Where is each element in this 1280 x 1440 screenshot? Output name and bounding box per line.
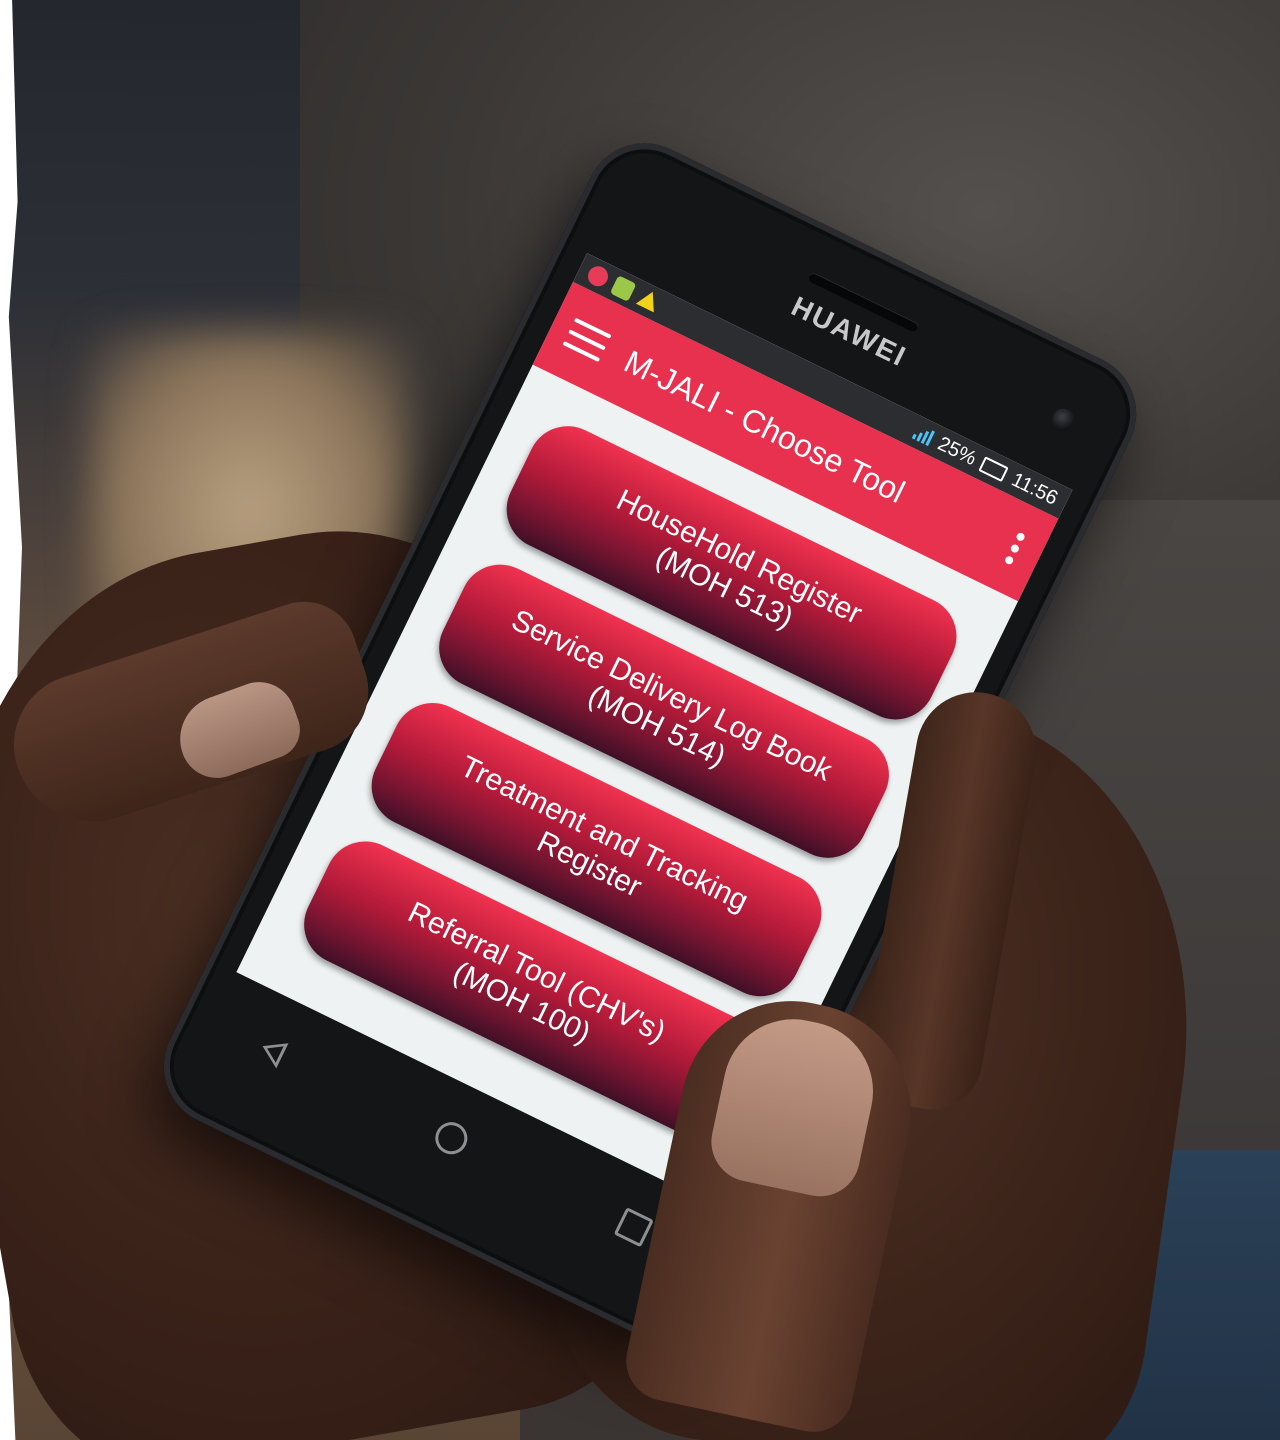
photo-scene: HUAWEI 25% 11:56 M-JALI - Choose Tool Ho… [0,0,1280,1440]
home-circle-icon[interactable] [429,1116,473,1160]
recents-square-icon[interactable] [613,1207,654,1248]
warning-icon [635,287,662,313]
android-notification-icon [609,275,637,302]
back-triangle-icon[interactable] [256,1033,289,1069]
battery-icon [978,456,1010,483]
hamburger-menu-icon[interactable] [562,317,612,363]
app-notification-icon [584,262,612,290]
